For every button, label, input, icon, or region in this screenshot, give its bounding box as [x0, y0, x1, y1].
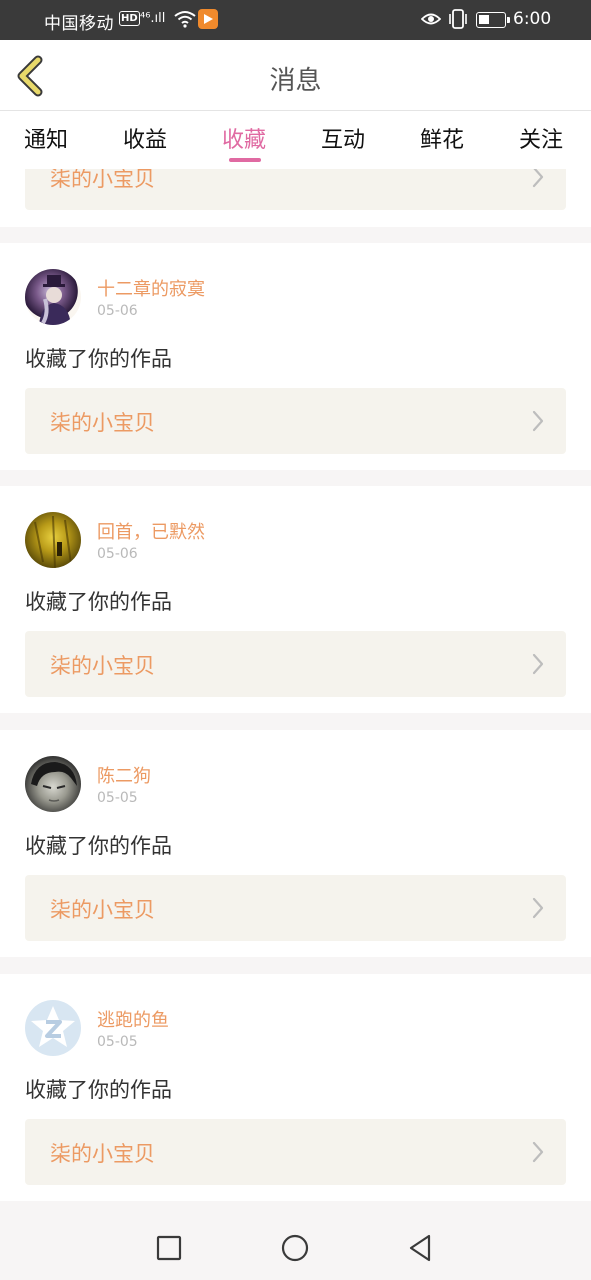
active-tab-indicator	[229, 158, 261, 162]
chevron-right-icon	[532, 1141, 544, 1163]
list-item: 柒的小宝贝	[0, 169, 591, 227]
list-item: 陈二狗 05-05 收藏了你的作品 柒的小宝贝	[0, 730, 591, 957]
work-link[interactable]: 柒的小宝贝	[25, 631, 566, 697]
work-link[interactable]: 柒的小宝贝	[25, 875, 566, 941]
avatar[interactable]	[25, 269, 81, 325]
home-icon[interactable]	[279, 1232, 311, 1264]
app-notification-icon	[198, 9, 218, 29]
avatar[interactable]	[25, 756, 81, 812]
page-title: 消息	[269, 66, 322, 96]
username[interactable]: 陈二狗	[97, 762, 151, 788]
top-app-bar: 消息	[0, 40, 591, 111]
battery-icon	[476, 12, 510, 28]
tab-interactions[interactable]: 互动	[321, 122, 365, 154]
hd-badge: HD	[119, 11, 140, 26]
status-bar: 中国移动 HD ⁴⁶.ıll 6:00	[0, 0, 591, 40]
app-screen: 中国移动 HD ⁴⁶.ıll 6:00 消息 通知 收益 收藏 互动 鲜花 关注…	[0, 0, 591, 1280]
tab-flowers[interactable]: 鲜花	[420, 122, 464, 154]
chevron-right-icon	[532, 897, 544, 919]
message-text: 收藏了你的作品	[25, 590, 172, 614]
wifi-icon	[174, 11, 196, 28]
chevron-right-icon	[532, 169, 544, 188]
message-text: 收藏了你的作品	[25, 834, 172, 858]
timestamp: 05-06	[97, 546, 138, 562]
list-item: 回首，已默然 05-06 收藏了你的作品 柒的小宝贝	[0, 486, 591, 713]
work-title: 柒的小宝贝	[50, 411, 155, 435]
tab-favorites[interactable]: 收藏	[222, 122, 266, 154]
vibrate-icon	[449, 9, 467, 29]
work-title: 柒的小宝贝	[50, 654, 155, 678]
system-navigation-bar	[0, 1216, 591, 1280]
timestamp: 05-05	[97, 1034, 138, 1050]
list-item: 十二章的寂寞 05-06 收藏了你的作品 柒的小宝贝	[0, 243, 591, 470]
work-title: 柒的小宝贝	[50, 1142, 155, 1166]
avatar[interactable]	[25, 1000, 81, 1056]
message-text: 收藏了你的作品	[25, 1078, 172, 1102]
recent-apps-icon[interactable]	[153, 1232, 185, 1264]
timestamp: 05-06	[97, 303, 138, 319]
clock: 6:00	[513, 9, 552, 29]
timestamp: 05-05	[97, 790, 138, 806]
back-icon[interactable]	[405, 1232, 437, 1264]
tab-earnings[interactable]: 收益	[123, 122, 167, 154]
work-link[interactable]: 柒的小宝贝	[25, 169, 566, 210]
carrier-name: 中国移动	[44, 14, 114, 34]
avatar[interactable]	[25, 512, 81, 568]
signal-icon: ⁴⁶.ıll	[140, 11, 166, 26]
chevron-right-icon	[532, 410, 544, 432]
work-link[interactable]: 柒的小宝贝	[25, 1119, 566, 1185]
username[interactable]: 逃跑的鱼	[97, 1006, 169, 1032]
tab-bar: 通知 收益 收藏 互动 鲜花 关注	[0, 111, 591, 169]
work-link[interactable]: 柒的小宝贝	[25, 388, 566, 454]
tab-notifications[interactable]: 通知	[24, 122, 68, 154]
message-text: 收藏了你的作品	[25, 347, 172, 371]
tab-following[interactable]: 关注	[519, 122, 563, 154]
username[interactable]: 十二章的寂寞	[97, 275, 205, 301]
message-list[interactable]: 柒的小宝贝 十二章的寂寞 05-06 收藏了你的作品 柒的小宝贝 回首，已默然 …	[0, 169, 591, 1216]
eye-icon	[421, 13, 441, 25]
list-item: 逃跑的鱼 05-05 收藏了你的作品 柒的小宝贝	[0, 974, 591, 1201]
username[interactable]: 回首，已默然	[97, 518, 205, 544]
work-title: 柒的小宝贝	[50, 169, 155, 191]
chevron-right-icon	[532, 653, 544, 675]
work-title: 柒的小宝贝	[50, 898, 155, 922]
